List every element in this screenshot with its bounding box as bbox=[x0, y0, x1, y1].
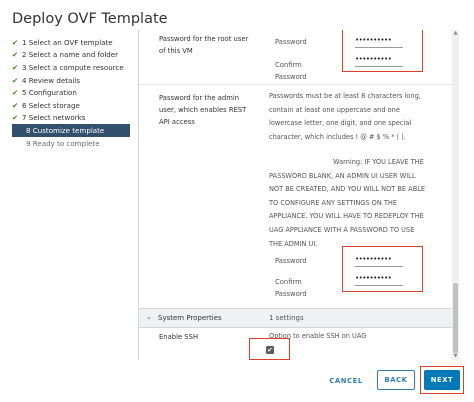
label-line: Password for the root user bbox=[159, 35, 249, 43]
desc-line: NOT BE CREATED, AND YOU WILL NOT BE ABLE bbox=[269, 185, 426, 194]
step-label: 5 Configuration bbox=[22, 88, 77, 98]
label-line: Confirm bbox=[275, 278, 302, 286]
root-confirm-field-label: Confirm Password bbox=[275, 59, 307, 83]
divider bbox=[139, 84, 454, 85]
step-configuration[interactable]: ✔ 5 Configuration bbox=[12, 86, 130, 99]
admin-password-highlight bbox=[342, 246, 423, 292]
step-name-folder[interactable]: ✔ 2 Select a name and folder bbox=[12, 49, 130, 62]
enable-ssh-label: Enable SSH bbox=[159, 333, 199, 341]
step-select-storage[interactable]: ✔ 6 Select storage bbox=[12, 99, 130, 112]
admin-password-label: Password for the admin user, which enabl… bbox=[159, 92, 246, 128]
step-label: 9 Ready to complete bbox=[26, 138, 100, 148]
label-line: Confirm bbox=[275, 61, 302, 69]
scrollbar-thumb[interactable] bbox=[453, 283, 458, 353]
admin-confirm-field-label: Confirm Password bbox=[275, 276, 307, 300]
chevron-down-icon: ⌄ bbox=[146, 313, 152, 321]
step-select-ovf[interactable]: ✔ 1 Select an OVF template bbox=[12, 36, 130, 49]
admin-warning-text: Warning: IF YOU LEAVE THE PASSWORD BLANK… bbox=[269, 156, 449, 251]
check-icon: ✔ bbox=[12, 100, 19, 110]
step-compute-resource[interactable]: ✔ 3 Select a compute resource bbox=[12, 61, 130, 74]
system-properties-title: System Properties bbox=[158, 314, 222, 322]
check-icon: ✔ bbox=[12, 113, 19, 123]
scroll-up-icon[interactable]: ▲ bbox=[452, 30, 459, 37]
admin-password-field-label: Password bbox=[275, 257, 307, 265]
desc-line: contain at least one uppercase and one bbox=[269, 105, 400, 114]
label-line: user, which enables REST bbox=[159, 106, 247, 114]
label-line: of this VM bbox=[159, 47, 193, 55]
desc-line: APPLIANCE. YOU WILL HAVE TO REDEPLOY THE bbox=[269, 212, 424, 221]
step-label: 7 Select networks bbox=[22, 113, 86, 123]
check-icon: ✔ bbox=[12, 62, 19, 72]
desc-line: TO CONFIGURE ANY SETTINGS ON THE bbox=[269, 198, 398, 207]
root-password-field-label: Password bbox=[275, 38, 307, 46]
root-password-highlight bbox=[342, 30, 423, 72]
step-label: 6 Select storage bbox=[22, 100, 80, 110]
desc-line: PASSWORD BLANK, AN ADMIN UI USER WILL bbox=[269, 171, 416, 180]
step-label: 8 Customize template bbox=[26, 125, 105, 135]
root-password-label: Password for the root user of this VM bbox=[159, 33, 248, 57]
system-properties-header[interactable]: ⌄ System Properties 1 settings bbox=[139, 308, 454, 328]
step-customize-template[interactable]: 8 Customize template bbox=[12, 124, 130, 137]
step-select-networks[interactable]: ✔ 7 Select networks bbox=[12, 112, 130, 125]
step-label: 4 Review details bbox=[22, 75, 80, 85]
desc-line: lowercase letter, one digit, and one spe… bbox=[269, 119, 412, 128]
desc-line: Passwords must be at least 8 characters … bbox=[269, 92, 421, 100]
settings-count: 1 settings bbox=[269, 314, 304, 322]
desc-line: Warning: IF YOU LEAVE THE bbox=[333, 158, 424, 166]
label-line: API access bbox=[159, 118, 195, 126]
customize-template-panel: Password for the root user of this VM Pa… bbox=[138, 30, 461, 360]
step-label: 2 Select a name and folder bbox=[22, 50, 119, 60]
step-review-details[interactable]: ✔ 4 Review details bbox=[12, 74, 130, 87]
label-line: Password bbox=[275, 73, 307, 81]
label-line: Password for the admin bbox=[159, 94, 240, 102]
back-button[interactable]: BACK bbox=[377, 370, 415, 390]
step-label: 1 Select an OVF template bbox=[22, 37, 113, 47]
ssh-checkbox-highlight bbox=[249, 338, 290, 360]
wizard-steps: ✔ 1 Select an OVF template ✔ 2 Select a na… bbox=[12, 36, 130, 149]
password-requirements: Passwords must be at least 8 characters … bbox=[269, 90, 449, 144]
check-icon: ✔ bbox=[12, 88, 19, 98]
check-icon: ✔ bbox=[12, 50, 19, 60]
step-ready-to-complete: 9 Ready to complete bbox=[12, 137, 130, 150]
label-line: Password bbox=[275, 290, 307, 298]
next-button-highlight bbox=[420, 366, 464, 394]
check-icon: ✔ bbox=[12, 37, 19, 47]
step-label: 3 Select a compute resource bbox=[22, 62, 124, 72]
check-icon: ✔ bbox=[12, 75, 19, 85]
desc-line: character, which includes ! @ # $ % * ( … bbox=[269, 132, 406, 141]
desc-line: UAG APPLIANCE WITH A PASSWORD TO USE bbox=[269, 225, 415, 234]
window-title: Deploy OVF Template bbox=[12, 11, 168, 27]
cancel-button[interactable]: CANCEL bbox=[322, 372, 370, 390]
scroll-down-icon[interactable]: ▼ bbox=[452, 353, 459, 360]
